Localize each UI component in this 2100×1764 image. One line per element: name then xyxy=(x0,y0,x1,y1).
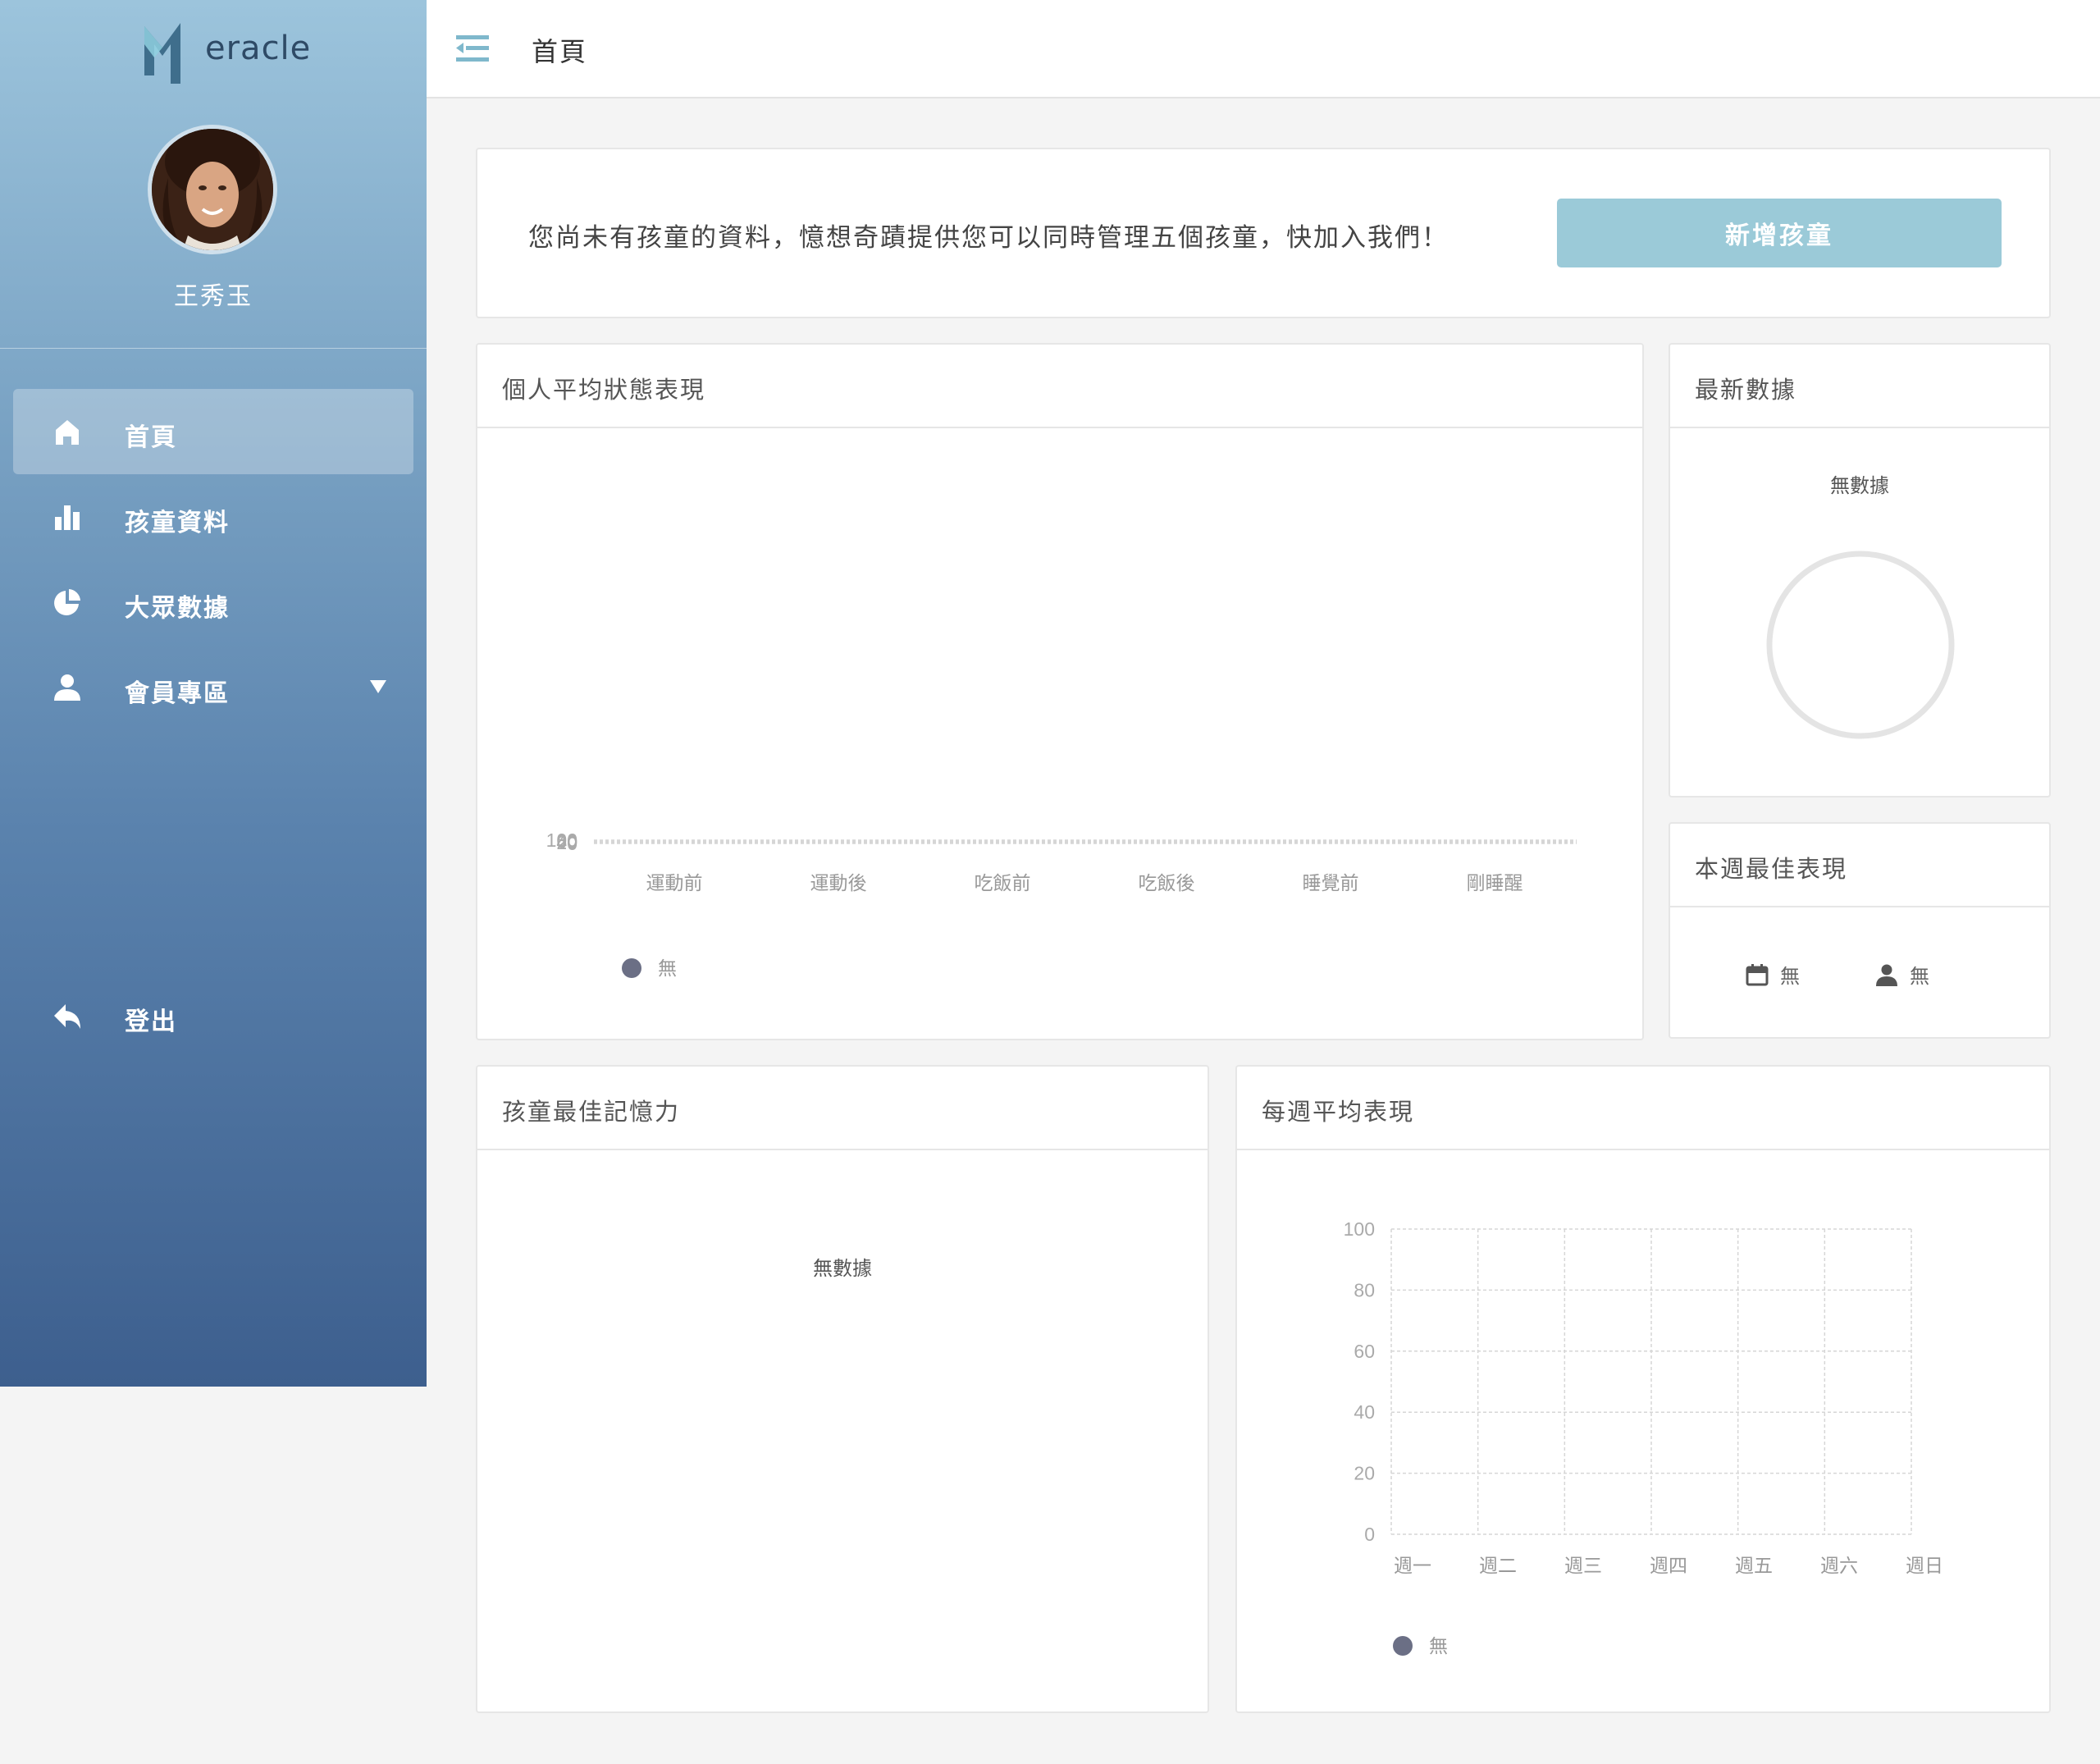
x-tick-label: 週三 xyxy=(1564,1556,1602,1577)
banner-message: 您尚未有孩童的資料，憶想奇蹟提供您可以同時管理五個孩童，快加入我們！ xyxy=(528,223,1449,253)
sidebar-item-member[interactable]: 會員專區 xyxy=(13,645,413,730)
sidebar-item-label: 會員專區 xyxy=(125,679,230,708)
no-data-text: 無數據 xyxy=(813,1257,872,1280)
x-tick-label: 週六 xyxy=(1820,1556,1858,1577)
top-bar: 首頁 xyxy=(427,0,2100,98)
child-memory-card: 孩童最佳記憶力 無數據 xyxy=(476,1065,1209,1713)
sidebar-item-label: 大眾數據 xyxy=(125,594,230,623)
best-date: 無 xyxy=(1746,960,1800,989)
card-title: 本週最佳表現 xyxy=(1695,855,1848,883)
card-title: 孩童最佳記憶力 xyxy=(502,1098,681,1126)
logout-label: 登出 xyxy=(125,1008,177,1036)
empty-donut-chart xyxy=(1766,551,1955,739)
avatar[interactable] xyxy=(148,125,277,254)
sidebar-item-children[interactable]: 孩童資料 xyxy=(13,474,413,560)
x-tick-label: 週日 xyxy=(1906,1556,1943,1577)
y-tick-label: 0 xyxy=(1364,1524,1375,1545)
user-icon xyxy=(1876,964,1897,986)
x-tick-label: 吃飯前 xyxy=(975,873,1031,894)
add-child-button[interactable]: 新增孩童 xyxy=(1557,199,2002,267)
x-tick-label: 吃飯後 xyxy=(1139,873,1195,894)
app-logo[interactable]: eracle xyxy=(139,15,310,84)
card-header: 本週最佳表現 xyxy=(1670,824,2049,907)
user-icon xyxy=(54,674,80,701)
legend-label: 無 xyxy=(1429,1636,1448,1657)
sidebar-item-label: 孩童資料 xyxy=(125,509,230,537)
logo-wordmark: eracle xyxy=(205,30,312,67)
bar-chart-icon xyxy=(55,505,80,530)
sidebar-item-public-data[interactable]: 大眾數據 xyxy=(13,560,413,645)
card-header: 最新數據 xyxy=(1670,345,2049,428)
x-tick-label: 週二 xyxy=(1479,1556,1517,1577)
y-tick-label: 100 xyxy=(1344,1218,1375,1240)
legend-marker xyxy=(1393,1636,1413,1656)
weekly-average-card: 每週平均表現 0 20 40 60 80 100 週一 週二 週三 週四 週五 週六 週日無 xyxy=(1235,1065,2051,1713)
reply-arrow-icon xyxy=(54,1004,80,1029)
x-tick-label: 週四 xyxy=(1650,1556,1687,1577)
page-title: 首頁 xyxy=(532,36,588,67)
x-tick-label: 睡覺前 xyxy=(1303,873,1359,894)
x-tick-label: 週五 xyxy=(1735,1556,1773,1577)
sidebar-divider xyxy=(0,348,427,349)
calendar-icon xyxy=(1746,963,1769,985)
card-header: 每週平均表現 xyxy=(1237,1067,2049,1150)
avatar-photo xyxy=(152,129,273,250)
best-person-value: 無 xyxy=(1910,965,1929,988)
card-title: 每週平均表現 xyxy=(1262,1098,1415,1126)
y-tick-label: 60 xyxy=(1354,1341,1375,1362)
pie-chart-icon xyxy=(54,589,80,615)
latest-data-card: 最新數據 無數據 xyxy=(1669,343,2051,797)
x-tick-label: 週一 xyxy=(1394,1556,1431,1577)
user-name: 王秀玉 xyxy=(174,282,253,311)
card-header: 個人平均狀態表現 xyxy=(477,345,1642,428)
welcome-banner: 您尚未有孩童的資料，憶想奇蹟提供您可以同時管理五個孩童，快加入我們！ 新增孩童 xyxy=(476,148,2051,318)
best-date-value: 無 xyxy=(1780,965,1800,988)
weekly-average-chart: 0 20 40 60 80 100 週一 週二 週三 週四 週五 週六 週日無 xyxy=(1344,1218,1943,1657)
card-title: 最新數據 xyxy=(1695,376,1797,404)
sidebar-item-label: 首頁 xyxy=(125,423,177,452)
personal-average-card: 個人平均狀態表現 0 20 40 60 80 100 運動前 運動後 吃飯前 吃飯後 睡覺前 剛睡醒無 xyxy=(476,343,1644,1040)
sidebar-item-home[interactable]: 首頁 xyxy=(13,389,413,474)
logout-button[interactable]: 登出 xyxy=(13,973,413,1058)
best-person: 無 xyxy=(1875,960,1929,989)
home-icon xyxy=(56,420,79,445)
card-title: 個人平均狀態表現 xyxy=(502,376,706,404)
sidebar: eracle 王秀玉 首頁 孩童資料 大眾數據 會員專區 登出 xyxy=(0,0,427,1387)
y-tick-label: 80 xyxy=(1354,1279,1375,1300)
menu-toggle-icon[interactable] xyxy=(456,33,489,64)
y-tick-label: 40 xyxy=(1354,1401,1375,1423)
legend-label: 無 xyxy=(658,958,677,980)
no-data-text: 無數據 xyxy=(1830,474,1889,497)
x-tick-label: 運動後 xyxy=(810,873,867,894)
week-best-card: 本週最佳表現 無 無 xyxy=(1669,822,2051,1039)
y-tick-label: 100 xyxy=(546,829,578,851)
caret-down-icon[interactable] xyxy=(369,679,387,694)
y-tick-label: 20 xyxy=(1354,1463,1375,1484)
logo-mark-icon xyxy=(144,23,180,84)
x-tick-label: 運動前 xyxy=(646,873,703,894)
personal-average-chart: 020406080100運動前 運動後 吃飯前 吃飯後 睡覺前 剛睡醒無 xyxy=(546,829,1577,980)
card-header: 孩童最佳記憶力 xyxy=(477,1067,1208,1150)
x-tick-label: 剛睡醒 xyxy=(1467,873,1523,894)
legend-marker xyxy=(622,958,641,978)
